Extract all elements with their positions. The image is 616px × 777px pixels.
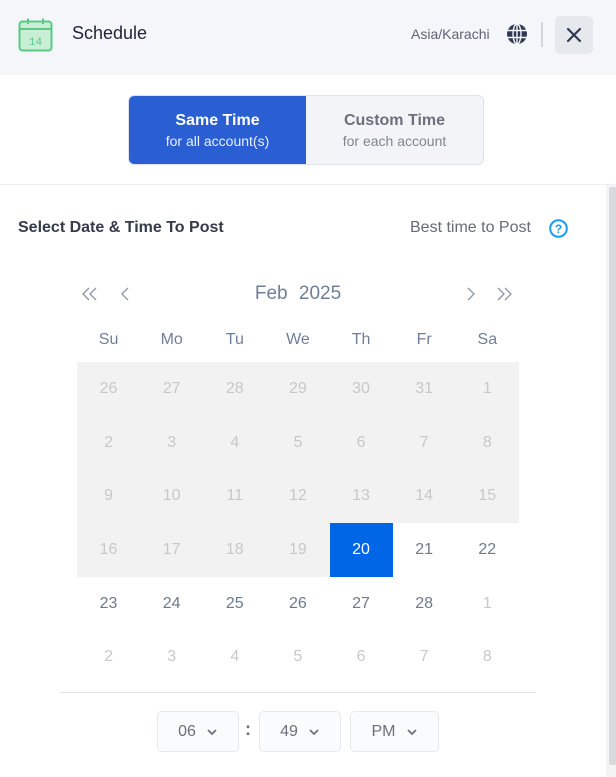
divider	[0, 184, 616, 185]
minute-select[interactable]: 49	[259, 711, 341, 752]
weekday-label: Fr	[416, 331, 432, 348]
calendar-day: 30	[329, 362, 393, 416]
calendar-week-row: 23 24 25 26 27 28 1	[77, 577, 519, 631]
calendar-week-row: 2345678	[77, 630, 519, 684]
period-select[interactable]: PM	[350, 711, 439, 752]
calendar-day: 29	[266, 362, 330, 416]
hour-value: 06	[178, 722, 196, 740]
month-label[interactable]: Feb	[255, 283, 288, 304]
double-chevron-right-icon[interactable]	[494, 284, 514, 304]
calendar-day[interactable]: 21	[393, 523, 456, 577]
calendar-day: 9	[77, 469, 141, 524]
calendar-week-row: 2345678	[77, 415, 519, 470]
calendar-day: 7	[392, 415, 456, 470]
weekday-label: We	[286, 331, 310, 348]
hour-select[interactable]: 06	[157, 711, 239, 752]
calendar-day: 15	[455, 469, 519, 524]
chevron-down-icon	[207, 728, 217, 735]
page-title: Schedule	[72, 23, 148, 43]
calendar-day[interactable]: 1	[456, 577, 519, 631]
year-label[interactable]: 2025	[299, 283, 341, 304]
calendar-day: 1	[455, 362, 519, 416]
calendar-day: 6	[329, 415, 393, 470]
timezone-label[interactable]: Asia/Karachi	[411, 26, 490, 42]
custom-time-label: Custom Time	[343, 111, 446, 129]
section-title: Select Date & Time To Post	[18, 219, 224, 236]
custom-time-sublabel: for each account	[342, 132, 447, 149]
calendar-day: 16	[77, 523, 141, 577]
svg-text:14: 14	[29, 37, 43, 49]
weekday-label: Su	[98, 331, 119, 348]
calendar-day: 31	[392, 362, 456, 416]
chevron-down-icon	[406, 728, 417, 735]
calendar-day[interactable]: 8	[456, 630, 519, 684]
best-time-link[interactable]: Best time to Post	[410, 219, 531, 237]
minute-value: 49	[280, 722, 298, 740]
schedule-mode-toggle: Same Time for all account(s) Custom Time…	[128, 95, 484, 165]
calendar-day: 3	[140, 415, 204, 470]
weekday-label: Sa	[477, 331, 498, 348]
calendar-day: 12	[266, 469, 330, 524]
calendar-day: 27	[140, 362, 204, 416]
calendar-day: 18	[203, 523, 267, 577]
calendar-day: 5	[266, 415, 330, 470]
same-time-option[interactable]: Same Time for all account(s)	[129, 96, 306, 164]
svg-text:?: ?	[555, 222, 562, 236]
header: 14 Schedule Asia/Karachi	[0, 0, 616, 75]
calendar-day[interactable]: 3	[140, 630, 203, 684]
calendar-grid: 26 27 28 29 30 31 1 2 3 4 5 6 7 8 9 10 11 12 13 14 15 16 17 18 1…	[77, 362, 519, 684]
calendar-day: 19	[266, 523, 330, 577]
same-time-label: Same Time	[175, 111, 260, 129]
calendar-icon: 14	[18, 18, 53, 52]
weekday-label: Tu	[225, 331, 244, 348]
calendar-day[interactable]: 5	[266, 630, 329, 684]
calendar-day: 4	[203, 415, 267, 470]
question-circle-icon[interactable]: ?	[549, 219, 568, 238]
time-separator: :	[245, 719, 251, 739]
calendar-day[interactable]: 2	[77, 630, 140, 684]
calendar-day[interactable]: 6	[330, 630, 393, 684]
calendar-day: 8	[455, 415, 519, 470]
calendar-day[interactable]: 26	[266, 577, 329, 631]
chevron-down-icon	[309, 728, 319, 735]
calendar-day[interactable]: 24	[140, 577, 203, 631]
calendar-day-selected[interactable]: 20	[329, 523, 393, 577]
globe-icon[interactable]	[506, 23, 528, 45]
close-icon	[566, 27, 582, 43]
calendar-day: 14	[392, 469, 456, 524]
calendar-week-row: 9 10 11 12 13 14 15	[77, 469, 519, 524]
calendar-day[interactable]: 4	[203, 630, 266, 684]
divider	[60, 692, 536, 693]
calendar-week-row: 26 27 28 29 30 31 1	[77, 362, 519, 416]
chevron-right-icon[interactable]	[460, 284, 480, 304]
scrollbar-thumb[interactable]	[609, 187, 616, 765]
calendar-day[interactable]: 25	[203, 577, 266, 631]
weekday-header: Su Mo Tu We Th Fr Sa	[77, 331, 519, 349]
weekday-label: Mo	[160, 331, 183, 348]
weekday-label: Th	[351, 331, 371, 348]
period-value: PM	[371, 722, 396, 740]
calendar-day[interactable]: 23	[77, 577, 140, 631]
calendar-week-row: 16 17 18 19 20 21 22	[77, 523, 519, 577]
close-button[interactable]	[555, 16, 593, 54]
calendar-day: 10	[140, 469, 204, 524]
calendar-day: 11	[203, 469, 267, 524]
calendar-day: 2	[77, 415, 141, 470]
calendar-day[interactable]: 28	[393, 577, 456, 631]
calendar-day: 26	[77, 362, 141, 416]
calendar-day[interactable]: 22	[456, 523, 519, 577]
calendar-day: 17	[140, 523, 204, 577]
calendar-day: 13	[329, 469, 393, 524]
header-divider	[541, 22, 543, 47]
calendar-day[interactable]: 27	[330, 577, 393, 631]
calendar-day: 28	[203, 362, 267, 416]
same-time-sublabel: for all account(s)	[165, 132, 270, 149]
custom-time-option[interactable]: Custom Time for each account	[306, 96, 483, 164]
calendar-day[interactable]: 7	[393, 630, 456, 684]
